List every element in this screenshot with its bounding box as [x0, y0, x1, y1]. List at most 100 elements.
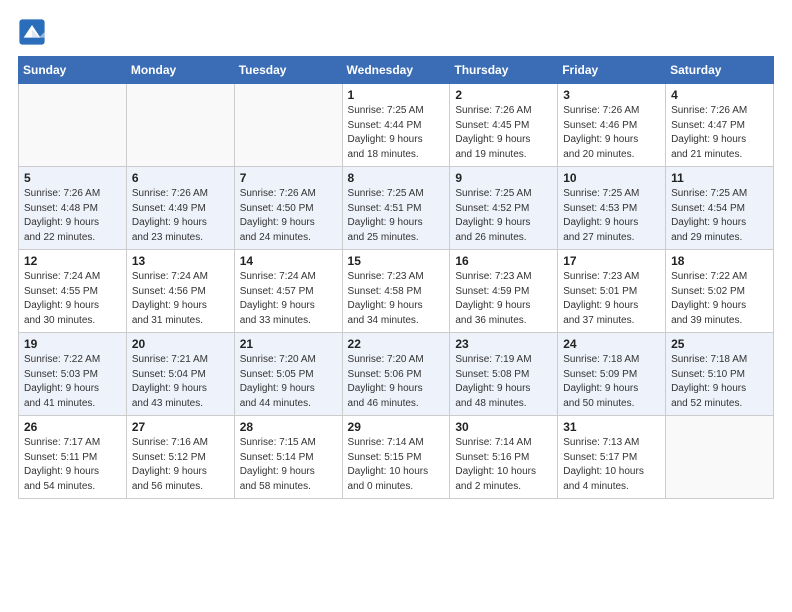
- day-cell: [234, 84, 342, 167]
- day-number: 28: [240, 420, 337, 434]
- day-cell: 30Sunrise: 7:14 AM Sunset: 5:16 PM Dayli…: [450, 416, 558, 499]
- day-info: Sunrise: 7:22 AM Sunset: 5:03 PM Dayligh…: [24, 353, 121, 411]
- day-number: 25: [671, 337, 768, 351]
- day-info: Sunrise: 7:26 AM Sunset: 4:49 PM Dayligh…: [132, 187, 229, 245]
- day-number: 10: [563, 171, 660, 185]
- day-cell: 1 Sunrise: 7:25 AM Sunset: 4:44 PM Daylig…: [342, 84, 450, 167]
- day-info: Sunrise: 7:14 AM Sunset: 5:15 PM Dayligh…: [348, 436, 445, 494]
- day-cell: 6 Sunrise: 7:26 AM Sunset: 4:49 PM Daylig…: [126, 167, 234, 250]
- day-cell: 31 Sunrise: 7:13 AM Sunset: 5:17 PM Dayli…: [558, 416, 666, 499]
- logo-icon: [18, 18, 46, 46]
- day-number: 18: [671, 254, 768, 268]
- day-number: 22: [348, 337, 445, 351]
- day-info: Sunrise: 7:26 AM Sunset: 4:47 PM Dayligh…: [671, 104, 768, 162]
- day-info: Sunrise: 7:26 AM Sunset: 4:48 PM Dayligh…: [24, 187, 121, 245]
- day-number: 1: [348, 88, 445, 102]
- day-info: Sunrise: 7:26 AM Sunset: 4:46 PM Dayligh…: [563, 104, 660, 162]
- day-cell: 4 Sunrise: 7:26 AM Sunset: 4:47 PM Daylig…: [666, 84, 774, 167]
- day-info: Sunrise: 7:20 AM Sunset: 5:05 PM Dayligh…: [240, 353, 337, 411]
- day-info: Sunrise: 7:25 AM Sunset: 4:52 PM Dayligh…: [455, 187, 552, 245]
- day-info: Sunrise: 7:17 AM Sunset: 5:11 PM Dayligh…: [24, 436, 121, 494]
- week-row-5: 26 Sunrise: 7:17 AM Sunset: 5:11 PM Dayli…: [19, 416, 774, 499]
- day-info: Sunrise: 7:20 AM Sunset: 5:06 PM Dayligh…: [348, 353, 445, 411]
- day-number: 21: [240, 337, 337, 351]
- day-cell: 8Sunrise: 7:25 AM Sunset: 4:51 PM Daylig…: [342, 167, 450, 250]
- day-info: Sunrise: 7:21 AM Sunset: 5:04 PM Dayligh…: [132, 353, 229, 411]
- day-cell: 24Sunrise: 7:18 AM Sunset: 5:09 PM Dayli…: [558, 333, 666, 416]
- day-info: Sunrise: 7:24 AM Sunset: 4:57 PM Dayligh…: [240, 270, 337, 328]
- day-cell: 22 Sunrise: 7:20 AM Sunset: 5:06 PM Dayli…: [342, 333, 450, 416]
- weekday-header-row: SundayMondayTuesdayWednesdayThursdayFrid…: [19, 57, 774, 84]
- day-cell: 29 Sunrise: 7:14 AM Sunset: 5:15 PM Dayli…: [342, 416, 450, 499]
- day-info: Sunrise: 7:19 AM Sunset: 5:08 PM Dayligh…: [455, 353, 552, 411]
- day-number: 2: [455, 88, 552, 102]
- day-number: 7: [240, 171, 337, 185]
- week-row-3: 12 Sunrise: 7:24 AM Sunset: 4:55 PM Dayli…: [19, 250, 774, 333]
- day-cell: 12 Sunrise: 7:24 AM Sunset: 4:55 PM Dayli…: [19, 250, 127, 333]
- day-cell: 20Sunrise: 7:21 AM Sunset: 5:04 PM Dayli…: [126, 333, 234, 416]
- day-info: Sunrise: 7:15 AM Sunset: 5:14 PM Dayligh…: [240, 436, 337, 494]
- day-info: Sunrise: 7:23 AM Sunset: 4:59 PM Dayligh…: [455, 270, 552, 328]
- day-number: 15: [348, 254, 445, 268]
- day-info: Sunrise: 7:25 AM Sunset: 4:51 PM Dayligh…: [348, 187, 445, 245]
- day-info: Sunrise: 7:16 AM Sunset: 5:12 PM Dayligh…: [132, 436, 229, 494]
- day-number: 12: [24, 254, 121, 268]
- page: SundayMondayTuesdayWednesdayThursdayFrid…: [0, 0, 792, 513]
- weekday-tuesday: Tuesday: [234, 57, 342, 84]
- day-info: Sunrise: 7:13 AM Sunset: 5:17 PM Dayligh…: [563, 436, 660, 494]
- day-number: 31: [563, 420, 660, 434]
- weekday-saturday: Saturday: [666, 57, 774, 84]
- day-number: 16: [455, 254, 552, 268]
- day-cell: 16 Sunrise: 7:23 AM Sunset: 4:59 PM Dayli…: [450, 250, 558, 333]
- day-info: Sunrise: 7:25 AM Sunset: 4:53 PM Dayligh…: [563, 187, 660, 245]
- weekday-wednesday: Wednesday: [342, 57, 450, 84]
- day-cell: 14 Sunrise: 7:24 AM Sunset: 4:57 PM Dayli…: [234, 250, 342, 333]
- day-cell: 26 Sunrise: 7:17 AM Sunset: 5:11 PM Dayli…: [19, 416, 127, 499]
- day-cell: 21 Sunrise: 7:20 AM Sunset: 5:05 PM Dayli…: [234, 333, 342, 416]
- weekday-friday: Friday: [558, 57, 666, 84]
- day-info: Sunrise: 7:23 AM Sunset: 4:58 PM Dayligh…: [348, 270, 445, 328]
- day-number: 5: [24, 171, 121, 185]
- day-number: 9: [455, 171, 552, 185]
- weekday-monday: Monday: [126, 57, 234, 84]
- day-cell: 17 Sunrise: 7:23 AM Sunset: 5:01 PM Dayli…: [558, 250, 666, 333]
- day-cell: 5 Sunrise: 7:26 AM Sunset: 4:48 PM Daylig…: [19, 167, 127, 250]
- day-cell: 25Sunrise: 7:18 AM Sunset: 5:10 PM Dayli…: [666, 333, 774, 416]
- day-number: 27: [132, 420, 229, 434]
- day-info: Sunrise: 7:24 AM Sunset: 4:56 PM Dayligh…: [132, 270, 229, 328]
- day-number: 14: [240, 254, 337, 268]
- day-cell: 18 Sunrise: 7:22 AM Sunset: 5:02 PM Dayli…: [666, 250, 774, 333]
- day-cell: 28 Sunrise: 7:15 AM Sunset: 5:14 PM Dayli…: [234, 416, 342, 499]
- day-number: 6: [132, 171, 229, 185]
- week-row-1: 1 Sunrise: 7:25 AM Sunset: 4:44 PM Daylig…: [19, 84, 774, 167]
- day-number: 4: [671, 88, 768, 102]
- day-number: 3: [563, 88, 660, 102]
- day-number: 23: [455, 337, 552, 351]
- day-number: 29: [348, 420, 445, 434]
- weekday-thursday: Thursday: [450, 57, 558, 84]
- week-row-2: 5 Sunrise: 7:26 AM Sunset: 4:48 PM Daylig…: [19, 167, 774, 250]
- day-cell: 2 Sunrise: 7:26 AM Sunset: 4:45 PM Daylig…: [450, 84, 558, 167]
- day-number: 30: [455, 420, 552, 434]
- day-info: Sunrise: 7:25 AM Sunset: 4:44 PM Dayligh…: [348, 104, 445, 162]
- day-info: Sunrise: 7:18 AM Sunset: 5:09 PM Dayligh…: [563, 353, 660, 411]
- day-info: Sunrise: 7:25 AM Sunset: 4:54 PM Dayligh…: [671, 187, 768, 245]
- header: [18, 18, 774, 46]
- day-number: 26: [24, 420, 121, 434]
- day-cell: 7 Sunrise: 7:26 AM Sunset: 4:50 PM Daylig…: [234, 167, 342, 250]
- week-row-4: 19Sunrise: 7:22 AM Sunset: 5:03 PM Dayli…: [19, 333, 774, 416]
- day-cell: 19Sunrise: 7:22 AM Sunset: 5:03 PM Dayli…: [19, 333, 127, 416]
- day-info: Sunrise: 7:26 AM Sunset: 4:50 PM Dayligh…: [240, 187, 337, 245]
- day-info: Sunrise: 7:22 AM Sunset: 5:02 PM Dayligh…: [671, 270, 768, 328]
- day-number: 17: [563, 254, 660, 268]
- day-info: Sunrise: 7:26 AM Sunset: 4:45 PM Dayligh…: [455, 104, 552, 162]
- day-cell: 27 Sunrise: 7:16 AM Sunset: 5:12 PM Dayli…: [126, 416, 234, 499]
- day-cell: [666, 416, 774, 499]
- day-cell: 11Sunrise: 7:25 AM Sunset: 4:54 PM Dayli…: [666, 167, 774, 250]
- day-cell: 13Sunrise: 7:24 AM Sunset: 4:56 PM Dayli…: [126, 250, 234, 333]
- day-cell: 3 Sunrise: 7:26 AM Sunset: 4:46 PM Daylig…: [558, 84, 666, 167]
- day-info: Sunrise: 7:23 AM Sunset: 5:01 PM Dayligh…: [563, 270, 660, 328]
- logo: [18, 18, 50, 46]
- day-info: Sunrise: 7:24 AM Sunset: 4:55 PM Dayligh…: [24, 270, 121, 328]
- day-cell: [126, 84, 234, 167]
